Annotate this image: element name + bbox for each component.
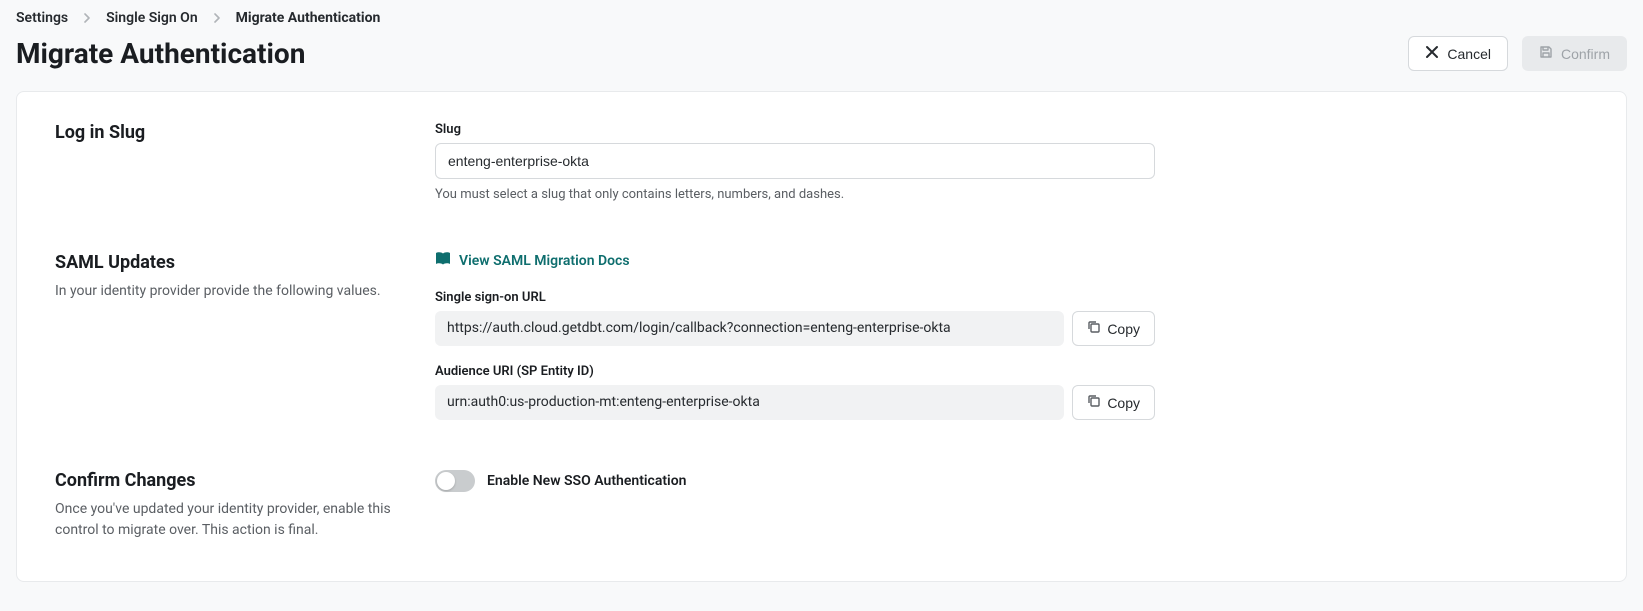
sso-url-label: Single sign-on URL [435, 290, 1155, 305]
chevron-right-icon [212, 13, 222, 23]
main-card: Log in Slug Slug You must select a slug … [16, 91, 1627, 582]
close-icon [1425, 45, 1439, 62]
sso-url-value: https://auth.cloud.getdbt.com/login/call… [435, 311, 1064, 346]
confirm-section-title: Confirm Changes [55, 470, 405, 491]
breadcrumb-sso[interactable]: Single Sign On [106, 10, 198, 26]
section-confirm: Confirm Changes Once you've updated your… [55, 470, 1588, 541]
breadcrumb: Settings Single Sign On Migrate Authenti… [16, 10, 1627, 26]
slug-help-text: You must select a slug that only contain… [435, 187, 1155, 202]
save-icon [1539, 45, 1553, 62]
breadcrumb-settings[interactable]: Settings [16, 10, 68, 26]
slug-field-label: Slug [435, 122, 1155, 137]
section-slug: Log in Slug Slug You must select a slug … [55, 122, 1588, 202]
enable-sso-toggle-label: Enable New SSO Authentication [487, 473, 686, 489]
copy-icon [1087, 320, 1101, 337]
audience-label: Audience URI (SP Entity ID) [435, 364, 1155, 379]
saml-section-desc: In your identity provider provide the fo… [55, 281, 405, 302]
slug-input[interactable] [435, 143, 1155, 179]
breadcrumb-current: Migrate Authentication [236, 10, 381, 26]
view-docs-link[interactable]: View SAML Migration Docs [435, 252, 630, 270]
copy-label: Copy [1107, 395, 1140, 411]
section-saml: SAML Updates In your identity provider p… [55, 252, 1588, 420]
chevron-right-icon [82, 13, 92, 23]
copy-icon [1087, 394, 1101, 411]
copy-sso-url-button[interactable]: Copy [1072, 311, 1155, 346]
cancel-label: Cancel [1447, 46, 1491, 62]
toggle-knob [437, 472, 455, 490]
slug-section-title: Log in Slug [55, 122, 405, 143]
book-icon [435, 252, 451, 270]
copy-label: Copy [1107, 321, 1140, 337]
docs-link-label: View SAML Migration Docs [459, 253, 630, 269]
cancel-button[interactable]: Cancel [1408, 36, 1508, 71]
confirm-label: Confirm [1561, 46, 1610, 62]
page-title: Migrate Authentication [16, 37, 305, 70]
saml-section-title: SAML Updates [55, 252, 405, 273]
audience-value: urn:auth0:us-production-mt:enteng-enterp… [435, 385, 1064, 420]
copy-audience-button[interactable]: Copy [1072, 385, 1155, 420]
confirm-section-desc: Once you've updated your identity provid… [55, 499, 405, 541]
enable-sso-toggle[interactable] [435, 470, 475, 492]
confirm-button[interactable]: Confirm [1522, 36, 1627, 71]
